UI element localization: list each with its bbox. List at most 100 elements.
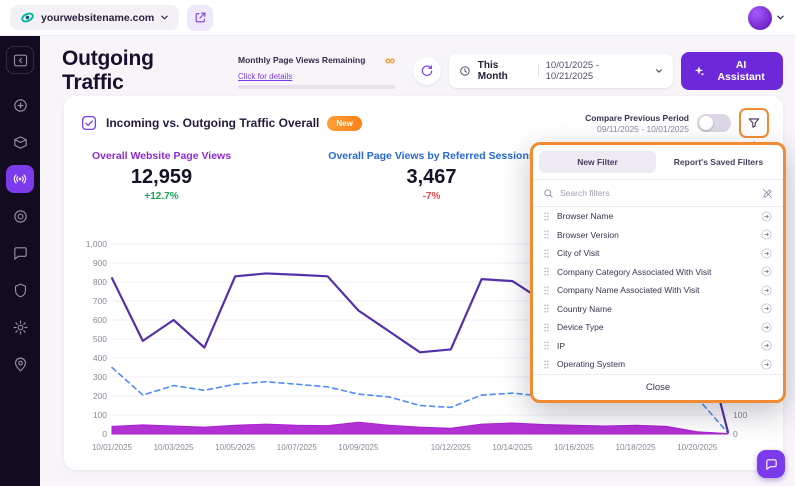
drag-handle-icon <box>543 303 550 314</box>
filter-item[interactable]: Browser Version <box>533 226 783 245</box>
arrow-right-circle-icon <box>760 265 773 278</box>
outgoing-traffic-icon <box>12 171 28 187</box>
location-pin-icon <box>12 356 29 373</box>
sidebar-item-dashboard[interactable] <box>6 91 34 119</box>
quota-progress-bar <box>238 85 395 89</box>
funnel-icon <box>747 116 761 130</box>
svg-text:10/07/2025: 10/07/2025 <box>277 443 318 452</box>
arrow-right-circle-icon <box>760 302 773 315</box>
gear-icon <box>12 319 29 336</box>
drag-handle-icon <box>543 359 550 370</box>
filter-button[interactable] <box>739 108 769 138</box>
sidebar-item-settings[interactable] <box>6 313 34 341</box>
user-menu[interactable] <box>748 6 785 30</box>
sidebar-item-privacy[interactable] <box>6 276 34 304</box>
sidebar-item-goals[interactable] <box>6 202 34 230</box>
filter-search-input[interactable] <box>560 188 756 198</box>
compare-previous-period: Compare Previous Period 09/11/2025 - 10/… <box>585 113 689 134</box>
svg-text:800: 800 <box>93 277 107 287</box>
target-icon <box>12 208 29 225</box>
compare-toggle[interactable] <box>697 114 731 132</box>
main-content: Outgoing Traffic Monthly Page Views Rema… <box>40 36 795 486</box>
svg-text:10/03/2025: 10/03/2025 <box>154 443 195 452</box>
arrow-right-circle-icon <box>760 339 773 352</box>
svg-text:0: 0 <box>733 429 738 439</box>
chat-bubble-icon <box>12 245 29 262</box>
filter-item[interactable]: IP <box>533 337 783 356</box>
search-icon <box>543 188 554 199</box>
filter-item[interactable]: Device Type <box>533 318 783 337</box>
clear-search-icon <box>762 188 773 199</box>
app-window: yourwebsitename.com <box>0 0 795 486</box>
close-button[interactable]: Close <box>533 374 783 400</box>
svg-text:100: 100 <box>733 410 747 420</box>
stat-page-views: Overall Website Page Views 12,959 +12.7% <box>64 150 259 202</box>
svg-text:500: 500 <box>93 334 107 344</box>
page-header: Outgoing Traffic Monthly Page Views Rema… <box>40 36 795 95</box>
header-controls: This Month 10/01/2025 - 10/21/2025 AI As… <box>413 52 783 90</box>
dashboard-icon <box>12 97 29 114</box>
svg-text:10/16/2025: 10/16/2025 <box>554 443 595 452</box>
svg-text:700: 700 <box>93 296 107 306</box>
stat-value: 12,959 <box>64 166 259 189</box>
drag-handle-icon <box>543 322 550 333</box>
card-header: Incoming vs. Outgoing Traffic Overall Ne… <box>64 96 783 138</box>
filter-item[interactable]: Browser Name <box>533 207 783 226</box>
card-title: Incoming vs. Outgoing Traffic Overall <box>106 116 319 130</box>
svg-text:10/14/2025: 10/14/2025 <box>492 443 533 452</box>
modules-icon <box>12 134 29 151</box>
open-website-button[interactable] <box>187 5 213 31</box>
chat-fab-button[interactable] <box>757 450 785 478</box>
tab-new-filter[interactable]: New Filter <box>539 151 656 173</box>
filter-item[interactable]: Operating System <box>533 355 783 374</box>
filter-panel: New Filter Report's Saved Filters Browse… <box>530 142 786 403</box>
period-label: This Month <box>478 60 531 82</box>
site-name: yourwebsitename.com <box>41 12 154 24</box>
svg-text:900: 900 <box>93 258 107 268</box>
drag-handle-icon <box>543 285 550 296</box>
drag-handle-icon <box>543 211 550 222</box>
tab-saved-filters[interactable]: Report's Saved Filters <box>660 151 777 173</box>
ai-assistant-label: AI Assistant <box>711 59 771 83</box>
filter-item[interactable]: City of Visit <box>533 244 783 263</box>
filter-tabs: New Filter Report's Saved Filters <box>533 145 783 180</box>
svg-text:100: 100 <box>93 410 107 420</box>
refresh-button[interactable] <box>413 57 441 85</box>
quota-details-link[interactable]: Click for details <box>238 72 292 81</box>
report-check-icon <box>80 114 98 132</box>
ai-assistant-button[interactable]: AI Assistant <box>681 52 783 90</box>
arrow-right-circle-icon <box>760 358 773 371</box>
sidebar-item-modules[interactable] <box>6 128 34 156</box>
quota-widget: Monthly Page Views Remaining ∞ Click for… <box>238 55 395 89</box>
sidebar-item-locations[interactable] <box>6 350 34 378</box>
filter-item[interactable]: Company Category Associated With Visit <box>533 263 783 282</box>
page-title: Outgoing Traffic <box>62 47 220 95</box>
chevron-down-icon <box>160 13 169 22</box>
arrow-right-circle-icon <box>760 210 773 223</box>
filter-item[interactable]: Country Name <box>533 300 783 319</box>
sidebar-item-feedback[interactable] <box>6 239 34 267</box>
date-range-selector[interactable]: This Month 10/01/2025 - 10/21/2025 <box>449 54 673 88</box>
filter-item[interactable]: Company Name Associated With Visit <box>533 281 783 300</box>
arrow-right-circle-icon <box>760 321 773 334</box>
drag-handle-icon <box>543 229 550 240</box>
toggle-knob <box>699 116 713 130</box>
external-link-icon <box>194 11 207 24</box>
sidebar <box>0 36 40 486</box>
svg-text:10/18/2025: 10/18/2025 <box>616 443 657 452</box>
arrow-right-circle-icon <box>760 247 773 260</box>
svg-text:10/09/2025: 10/09/2025 <box>338 443 379 452</box>
chat-icon <box>764 457 779 472</box>
filter-search-row <box>533 180 783 207</box>
clock-icon <box>459 65 471 77</box>
stat-delta: +12.7% <box>64 191 259 202</box>
compare-range: 09/11/2025 - 10/01/2025 <box>585 124 689 134</box>
sidebar-collapse-button[interactable] <box>6 46 34 74</box>
chevron-down-icon <box>776 13 785 22</box>
ai-sparkle-icon <box>693 65 705 77</box>
site-selector-dropdown[interactable]: yourwebsitename.com <box>10 5 179 30</box>
stat-label: Overall Website Page Views <box>64 150 259 162</box>
sidebar-item-outgoing-traffic[interactable] <box>6 165 34 193</box>
svg-text:10/05/2025: 10/05/2025 <box>215 443 256 452</box>
svg-text:300: 300 <box>93 372 107 382</box>
